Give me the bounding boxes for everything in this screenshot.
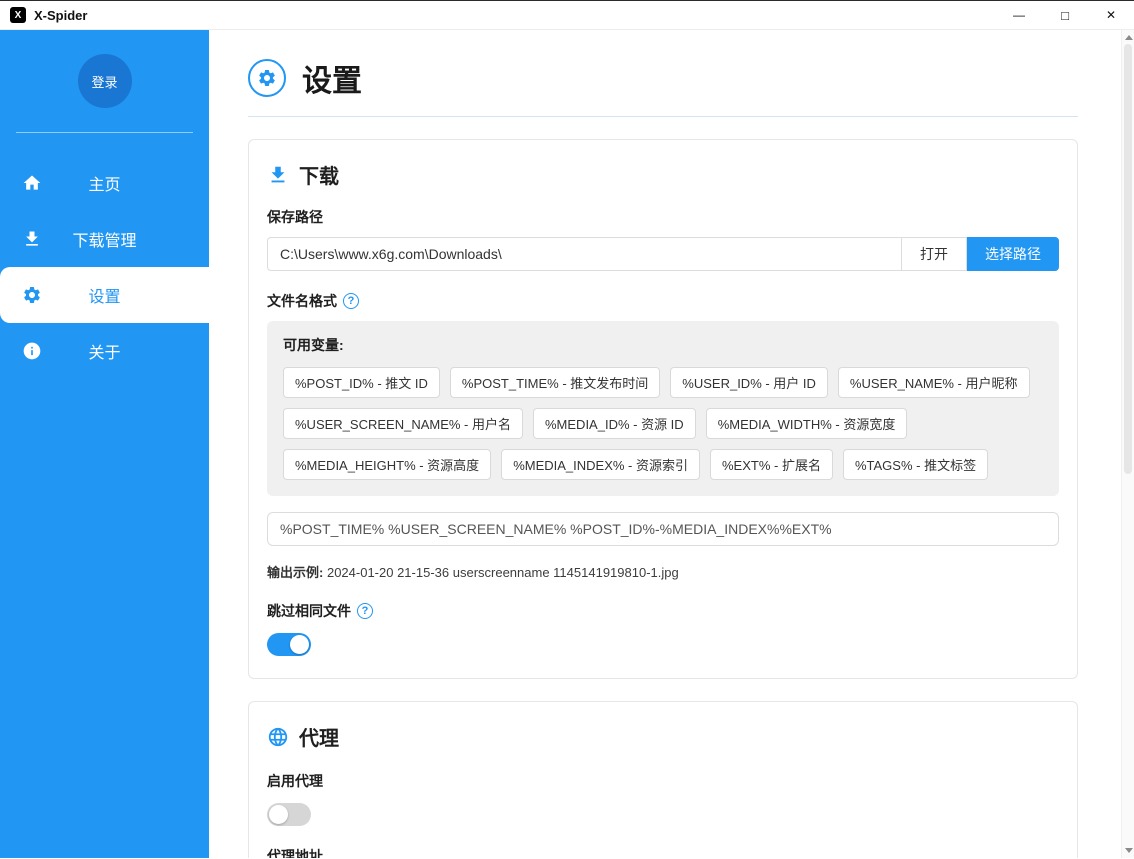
toggle-knob	[290, 635, 309, 654]
variable-chip[interactable]: %MEDIA_WIDTH% - 资源宽度	[706, 408, 908, 439]
variable-chip[interactable]: %EXT% - 扩展名	[710, 449, 833, 480]
save-path-row: 打开 选择路径	[267, 237, 1059, 271]
sidebar-item-settings[interactable]: 设置	[0, 267, 209, 323]
close-button[interactable]: ✕	[1088, 1, 1134, 29]
variable-chip[interactable]: %USER_ID% - 用户 ID	[670, 367, 828, 398]
variable-chip[interactable]: %TAGS% - 推文标签	[843, 449, 988, 480]
page-header: 设置	[248, 56, 1078, 100]
proxy-section: 代理 启用代理 代理地址	[248, 701, 1078, 858]
proxy-section-title: 代理	[267, 722, 1059, 751]
login-button[interactable]: 登录	[78, 54, 132, 108]
settings-page: 设置 下载 保存路径 打开 选择路径 文件名格式 ? 可用变量:	[209, 30, 1121, 858]
maximize-button[interactable]: □	[1042, 1, 1088, 29]
enable-proxy-toggle[interactable]	[267, 803, 311, 826]
proxy-address-label: 代理地址	[267, 846, 1059, 858]
variable-chips: %POST_ID% - 推文 ID %POST_TIME% - 推文发布时间 %US…	[283, 367, 1043, 480]
scrollbar-up-arrow[interactable]	[1125, 35, 1133, 40]
variables-panel: 可用变量: %POST_ID% - 推文 ID %POST_TIME% - 推文发…	[267, 321, 1059, 496]
settings-gear-icon	[248, 59, 286, 97]
variable-chip[interactable]: %MEDIA_HEIGHT% - 资源高度	[283, 449, 491, 480]
window-controls: — □ ✕	[996, 1, 1134, 29]
filename-format-input[interactable]	[267, 512, 1059, 546]
page-title: 设置	[302, 56, 362, 100]
variable-chip[interactable]: %USER_NAME% - 用户昵称	[838, 367, 1030, 398]
skip-same-files-toggle[interactable]	[267, 633, 311, 656]
download-icon	[22, 229, 42, 249]
help-icon[interactable]: ?	[357, 603, 373, 619]
choose-path-button[interactable]: 选择路径	[967, 237, 1059, 271]
scrollbar-thumb[interactable]	[1124, 44, 1132, 474]
app-title: X-Spider	[34, 8, 87, 23]
variable-chip[interactable]: %MEDIA_ID% - 资源 ID	[533, 408, 696, 439]
title-bar: X X-Spider — □ ✕	[0, 0, 1134, 30]
gear-icon	[22, 285, 42, 305]
download-section-title: 下载	[267, 160, 1059, 189]
variable-chip[interactable]: %POST_TIME% - 推文发布时间	[450, 367, 660, 398]
sidebar-divider	[16, 132, 193, 133]
sidebar: 登录 主页 下载管理 设置	[0, 30, 209, 858]
header-divider	[248, 116, 1078, 117]
variable-chip[interactable]: %MEDIA_INDEX% - 资源索引	[501, 449, 700, 480]
home-icon	[22, 173, 42, 193]
info-icon	[22, 341, 42, 361]
minimize-button[interactable]: —	[996, 1, 1042, 29]
app-logo-icon: X	[10, 7, 26, 23]
save-path-label: 保存路径	[267, 207, 1059, 227]
globe-icon	[267, 726, 289, 748]
variable-chip[interactable]: %POST_ID% - 推文 ID	[283, 367, 440, 398]
sidebar-item-downloads[interactable]: 下载管理	[0, 211, 209, 267]
download-icon	[267, 164, 289, 186]
sidebar-item-home[interactable]: 主页	[0, 155, 209, 211]
variables-label: 可用变量:	[283, 335, 1043, 355]
toggle-knob	[269, 805, 288, 824]
skip-same-files-label: 跳过相同文件 ?	[267, 601, 1059, 621]
variable-chip[interactable]: %USER_SCREEN_NAME% - 用户名	[283, 408, 523, 439]
sidebar-nav: 主页 下载管理 设置 关于	[0, 155, 209, 379]
help-icon[interactable]: ?	[343, 293, 359, 309]
filename-format-label: 文件名格式 ?	[267, 291, 1059, 311]
enable-proxy-label: 启用代理	[267, 771, 1059, 791]
vertical-scrollbar[interactable]	[1121, 30, 1134, 858]
download-section: 下载 保存路径 打开 选择路径 文件名格式 ? 可用变量: %POST_ID% …	[248, 139, 1078, 679]
sidebar-item-about[interactable]: 关于	[0, 323, 209, 379]
output-example: 输出示例: 2024-01-20 21-15-36 userscreenname…	[267, 562, 1059, 581]
scrollbar-down-arrow[interactable]	[1125, 848, 1133, 853]
save-path-input[interactable]	[267, 237, 902, 271]
open-folder-button[interactable]: 打开	[901, 237, 967, 271]
